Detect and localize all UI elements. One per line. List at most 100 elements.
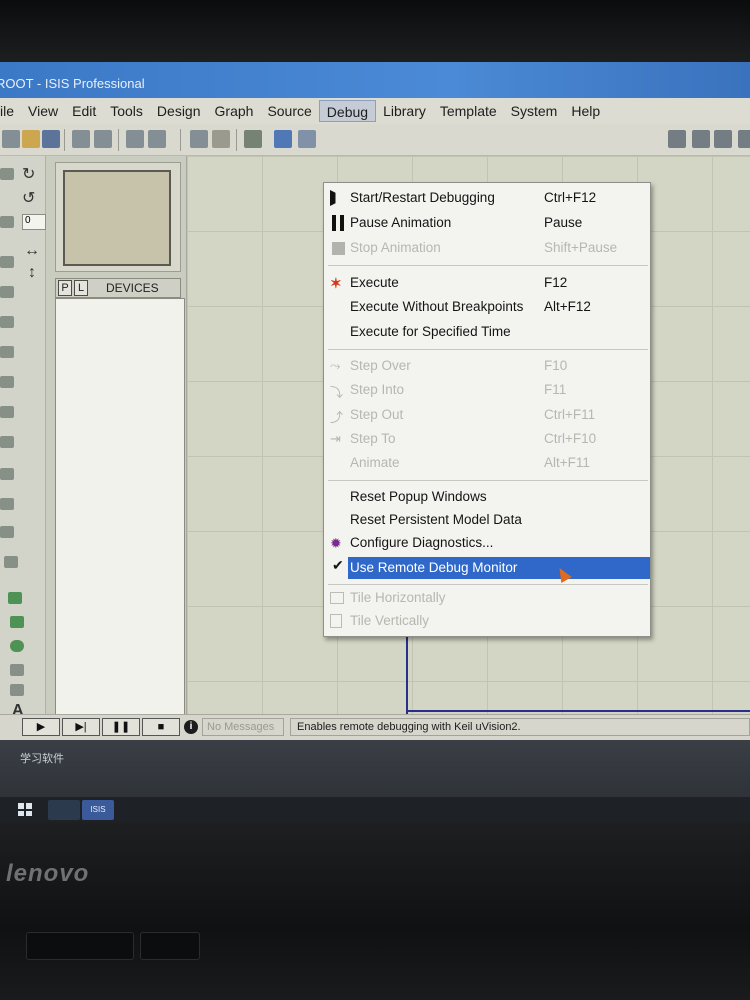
execute-icon: ✶ <box>330 275 342 291</box>
grid-icon[interactable] <box>212 130 230 148</box>
pause-button[interactable]: ❚❚ <box>102 718 140 736</box>
menu-help[interactable]: Help <box>564 100 607 122</box>
wire-autorouter-icon[interactable] <box>668 130 686 148</box>
terminal-icon[interactable] <box>0 406 14 418</box>
toolbar-separator <box>118 129 119 151</box>
component-mode-icon[interactable] <box>0 216 14 228</box>
menu-design[interactable]: Design <box>150 100 208 122</box>
menu-item-step-out: ⤴ Step Out Ctrl+F11 <box>330 407 596 425</box>
rotation-field[interactable]: 0 <box>22 214 46 230</box>
library-manager-button[interactable]: L <box>74 280 88 296</box>
pause-icon <box>332 215 344 231</box>
menu-debug[interactable]: Debug <box>318 100 377 122</box>
keyboard-key <box>26 932 134 960</box>
laptop-bezel-bottom: lenovo <box>0 822 750 1000</box>
stop-icon <box>332 242 345 255</box>
menu-item-reset-popup-windows[interactable]: Reset Popup Windows <box>324 486 650 508</box>
device-selector-header: P L DEVICES <box>55 278 181 298</box>
arc-icon[interactable] <box>10 664 24 676</box>
menu-item-use-remote-debug-monitor[interactable]: Use Remote Debug Monitor <box>348 557 650 579</box>
laptop-bezel-top <box>0 0 750 62</box>
step-out-icon: ⤴ <box>330 410 344 425</box>
play-button[interactable]: ▶ <box>22 718 60 736</box>
windows-start-icon[interactable] <box>18 803 32 816</box>
menu-source[interactable]: Source <box>260 100 318 122</box>
open-icon[interactable] <box>22 130 40 148</box>
device-list[interactable] <box>55 298 185 718</box>
menu-item-animate: Animate Alt+F11 <box>350 455 590 470</box>
search-tag-icon[interactable] <box>692 130 710 148</box>
toolbar-separator <box>236 129 237 151</box>
devices-title: DEVICES <box>106 281 159 295</box>
box-icon[interactable] <box>10 616 24 628</box>
design-explorer-icon[interactable] <box>738 130 750 148</box>
refresh-icon[interactable] <box>190 130 208 148</box>
menu-separator <box>328 265 648 266</box>
subcircuit-icon[interactable] <box>0 376 14 388</box>
stop-button[interactable]: ■ <box>142 718 180 736</box>
menu-tools[interactable]: Tools <box>103 100 150 122</box>
circle-icon[interactable] <box>10 640 24 652</box>
origin-icon[interactable] <box>244 130 262 148</box>
check-icon: ✔ <box>332 557 344 573</box>
instrument-icon[interactable] <box>4 556 18 568</box>
generator-icon[interactable] <box>0 498 14 510</box>
rotate-ccw-icon[interactable]: ↺ <box>22 188 35 208</box>
menu-item-execute-without-breakpoints[interactable]: Execute Without Breakpoints Alt+F12 <box>324 296 650 318</box>
menu-item-execute[interactable]: ✶ Execute F12 <box>324 272 650 294</box>
step-button[interactable]: ▶| <box>62 718 100 736</box>
selection-mode-icon[interactable] <box>0 168 14 180</box>
taskbar-isis-button[interactable]: ISIS <box>82 800 114 820</box>
import-icon[interactable] <box>72 130 90 148</box>
area-icon[interactable] <box>148 130 166 148</box>
lenovo-logo: lenovo <box>6 860 90 887</box>
graph-icon[interactable] <box>0 468 14 480</box>
path-icon[interactable] <box>10 684 24 696</box>
desktop-folder-label[interactable]: 学习软件 <box>20 750 64 766</box>
menu-edit[interactable]: Edit <box>65 100 103 122</box>
new-icon[interactable] <box>2 130 20 148</box>
menu-file[interactable]: ile <box>0 100 21 122</box>
zoom-in-icon[interactable] <box>298 130 316 148</box>
mode-toolbar: ↻ ↺ 0 ↔ ↕ A <box>0 156 46 719</box>
export-icon[interactable] <box>94 130 112 148</box>
pick-device-button[interactable]: P <box>58 280 72 296</box>
taskbar: ISIS <box>0 797 750 822</box>
menu-graph[interactable]: Graph <box>208 100 261 122</box>
menu-system[interactable]: System <box>504 100 565 122</box>
menu-item-start-restart-debugging[interactable]: Start/Restart Debugging Ctrl+F12 <box>324 187 650 209</box>
menu-item-execute-for-specified-time[interactable]: Execute for Specified Time <box>324 321 650 343</box>
mirror-horizontal-icon[interactable]: ↔ <box>24 242 40 260</box>
probe-icon[interactable] <box>0 526 14 538</box>
start-debug-icon <box>330 190 346 206</box>
wire-label-icon[interactable] <box>0 286 14 298</box>
tile-horizontal-icon <box>330 592 344 604</box>
text-script-icon[interactable] <box>0 316 14 328</box>
junction-dot-icon[interactable] <box>0 256 14 268</box>
status-hint: Enables remote debugging with Keil uVisi… <box>290 718 750 736</box>
step-into-icon: ⤵ <box>330 385 344 400</box>
line-icon[interactable] <box>8 592 22 604</box>
window-title: ROOT - ISIS Professional <box>0 76 145 91</box>
overview-window[interactable] <box>55 162 181 272</box>
bus-icon[interactable] <box>0 346 14 358</box>
print-icon[interactable] <box>126 130 144 148</box>
save-icon[interactable] <box>42 130 60 148</box>
menu-item-pause-animation[interactable]: Pause Animation Pause <box>324 212 650 234</box>
menu-item-reset-persistent-model-data[interactable]: Reset Persistent Model Data <box>324 509 650 531</box>
messages-indicator[interactable]: No Messages <box>202 718 284 736</box>
menu-template[interactable]: Template <box>433 100 504 122</box>
menu-library[interactable]: Library <box>376 100 433 122</box>
pan-icon[interactable] <box>274 130 292 148</box>
taskbar-app-icon[interactable] <box>48 800 80 820</box>
property-tool-icon[interactable] <box>714 130 732 148</box>
tile-vertical-icon <box>330 614 342 628</box>
menu-item-configure-diagnostics[interactable]: ✹ Configure Diagnostics... <box>324 532 650 554</box>
sheet-border-horizontal <box>406 710 750 712</box>
menu-item-step-to: ⇥ Step To Ctrl+F10 <box>330 431 597 446</box>
pin-icon[interactable] <box>0 436 14 448</box>
menu-bar: ile View Edit Tools Design Graph Source … <box>0 98 750 124</box>
menu-view[interactable]: View <box>21 100 65 122</box>
mirror-vertical-icon[interactable]: ↕ <box>28 264 36 282</box>
rotate-cw-icon[interactable]: ↻ <box>22 164 35 184</box>
